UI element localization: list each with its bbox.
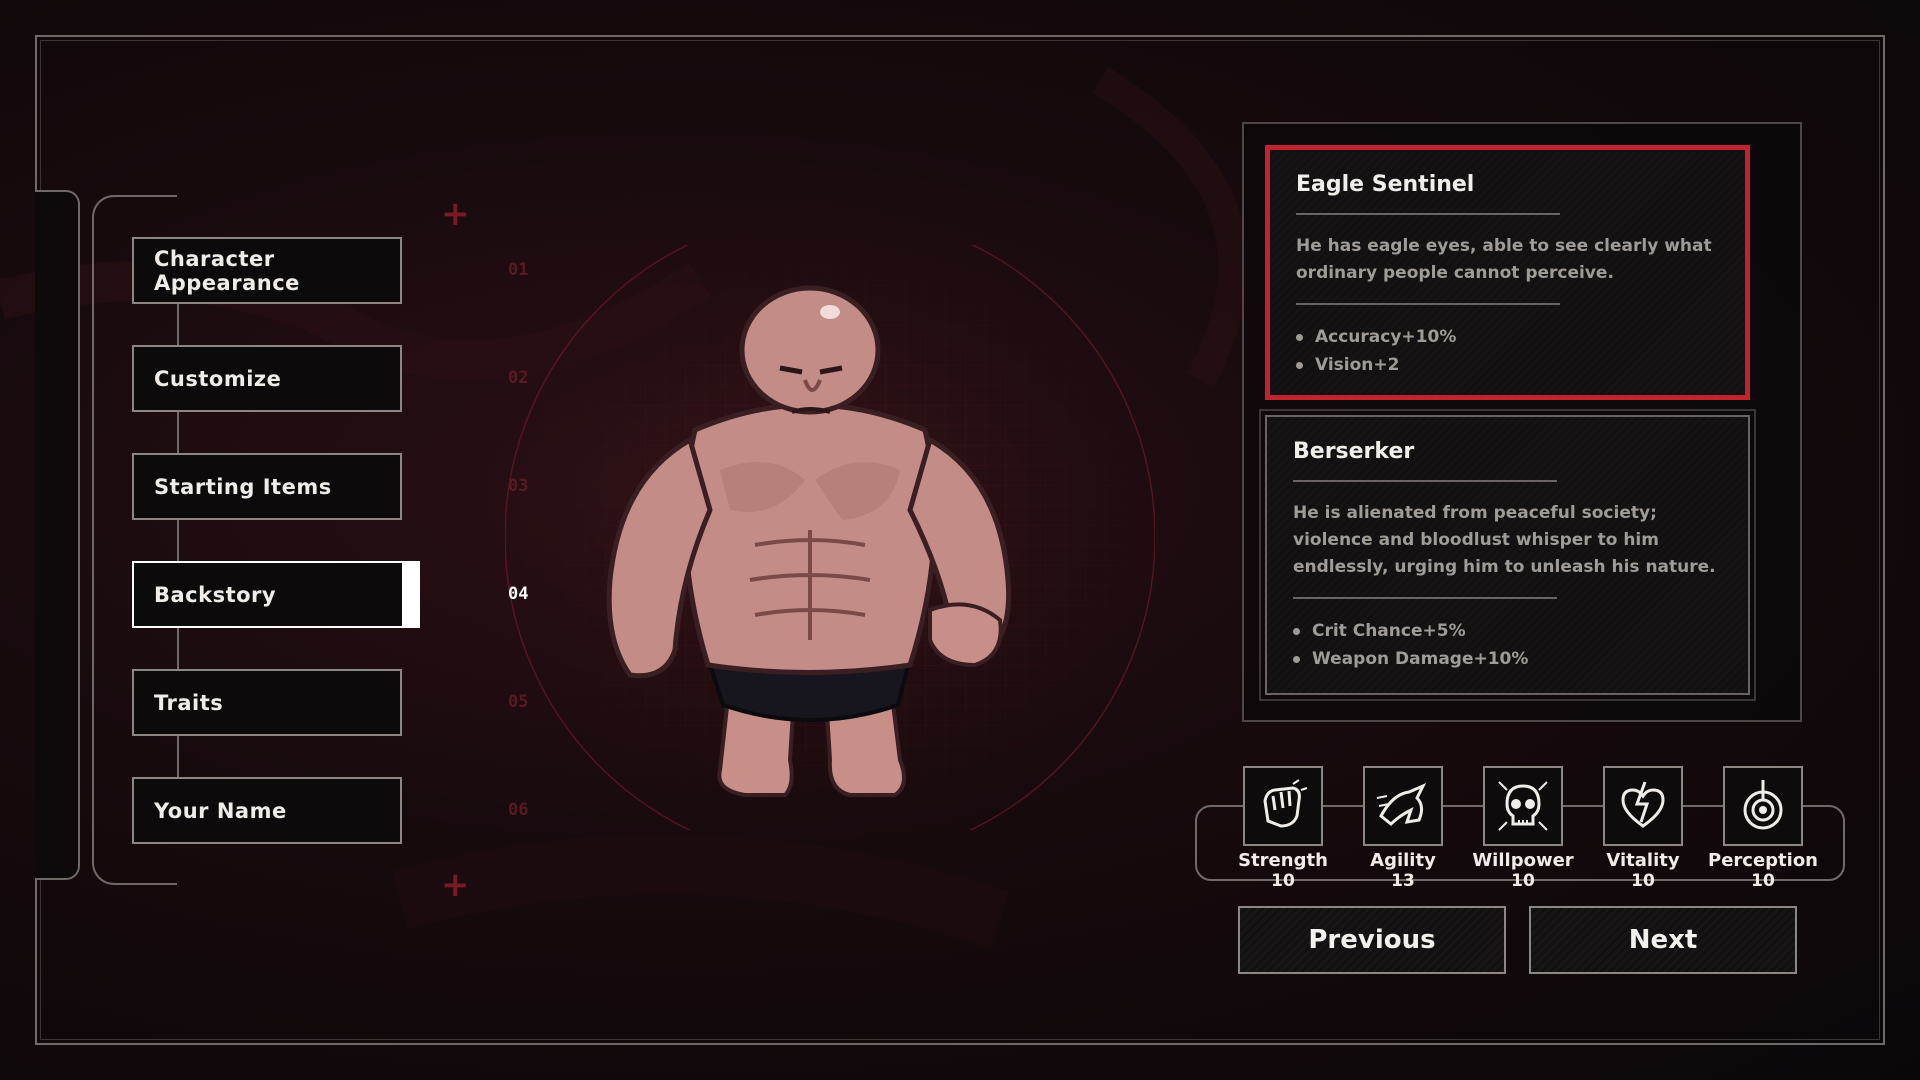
stat-strength: Strength 10 [1224,766,1342,891]
divider [1293,480,1557,482]
bullet-icon [1296,333,1303,341]
menu-item-starting-items[interactable]: Starting Items [132,453,402,520]
divider [1296,303,1560,305]
stat-perception: Perception 10 [1704,766,1822,891]
plus-marker-icon: + [441,194,470,234]
menu-item-label: Character Appearance [154,246,300,295]
stat-name: Strength [1238,850,1328,871]
backstory-card-eagle-sentinel[interactable]: Eagle Sentinel He has eagle eyes, able t… [1265,145,1750,400]
step-number: 05 [508,692,529,712]
bonus-item: Vision+2 [1296,351,1719,379]
next-button[interactable]: Next [1529,906,1797,974]
menu-item-backstory[interactable]: Backstory [132,561,420,628]
stat-willpower: Willpower 10 [1464,766,1582,891]
backstory-description: He is alienated from peaceful society; v… [1293,503,1716,577]
menu-item-character-appearance[interactable]: Character Appearance [132,237,402,304]
stat-vitality: Vitality 10 [1584,766,1702,891]
menu-item-label: Traits [154,690,224,715]
fist-icon [1243,766,1323,846]
bonus-item: Crit Chance+5% [1293,617,1722,645]
stat-name: Perception [1708,850,1818,871]
stat-value: 10 [1271,871,1295,891]
stat-value: 10 [1511,871,1535,891]
menu-item-label: Your Name [154,798,287,823]
menu-item-traits[interactable]: Traits [132,669,402,736]
menu-item-label: Starting Items [154,474,332,499]
heart-bolt-icon [1603,766,1683,846]
step-number: 06 [508,800,529,820]
stat-name: Agility [1370,850,1436,871]
bullet-icon [1296,361,1303,369]
bullet-icon [1293,655,1300,663]
running-beast-icon [1363,766,1443,846]
stat-name: Vitality [1606,850,1680,871]
previous-button[interactable]: Previous [1238,906,1506,974]
backstory-title: Eagle Sentinel [1296,172,1475,197]
menu-item-your-name[interactable]: Your Name [132,777,402,844]
backstory-title: Berserker [1293,439,1415,464]
menu-item-label: Backstory [154,582,277,607]
left-rail [35,190,80,880]
target-eye-icon [1723,766,1803,846]
stat-value: 10 [1751,871,1775,891]
step-number: 03 [508,476,529,496]
step-number-current: 04 [508,584,529,604]
menu-item-customize[interactable]: Customize [132,345,402,412]
bonus-text: Accuracy+10% [1315,327,1457,347]
bonus-text: Weapon Damage+10% [1312,649,1529,669]
divider [1293,597,1557,599]
stat-value: 13 [1391,871,1415,891]
bonus-text: Vision+2 [1315,355,1400,375]
backstory-description: He has eagle eyes, able to see clearly w… [1296,236,1712,283]
bonus-item: Accuracy+10% [1296,323,1719,351]
stat-value: 10 [1631,871,1655,891]
stat-agility: Agility 13 [1344,766,1462,891]
menu-item-label: Customize [154,366,282,391]
backstory-card-berserker[interactable]: Berserker He is alienated from peaceful … [1259,409,1756,701]
skull-icon [1483,766,1563,846]
plus-marker-icon: + [441,865,470,905]
step-number: 01 [508,260,529,280]
step-number: 02 [508,368,529,388]
stat-name: Willpower [1472,850,1574,871]
divider [1296,213,1560,215]
character-portrait [606,285,1012,797]
bullet-icon [1293,627,1300,635]
bonus-item: Weapon Damage+10% [1293,645,1722,673]
bonus-text: Crit Chance+5% [1312,621,1466,641]
